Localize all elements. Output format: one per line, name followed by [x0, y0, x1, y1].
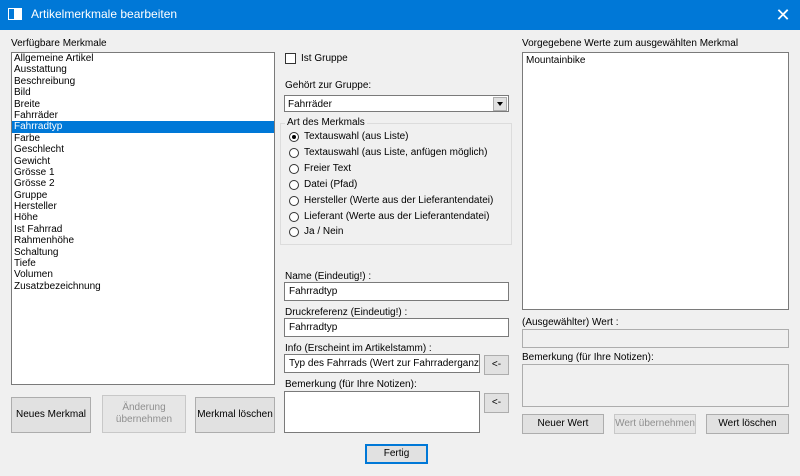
print-reference-input[interactable]: Fahrradtyp [284, 318, 509, 337]
list-item[interactable]: Mountainbike [523, 55, 788, 66]
group-select-value: Fahrräder [288, 99, 332, 110]
window-title: Artikelmerkmale bearbeiten [31, 7, 178, 21]
insert-info-button[interactable]: <- [484, 355, 509, 375]
close-icon[interactable]: ✕ [766, 0, 800, 30]
delete-value-button[interactable]: Wert löschen [706, 414, 789, 434]
list-item[interactable]: Rahmenhöhe [12, 235, 274, 246]
apply-changes-line1: Änderung [122, 402, 166, 413]
radio-label[interactable]: Freier Text [304, 163, 351, 175]
list-item[interactable]: Schaltung [12, 247, 274, 258]
feature-type-label: Art des Merkmals [285, 117, 367, 129]
list-item[interactable]: Bild [12, 87, 274, 98]
radio-button[interactable] [289, 195, 299, 206]
radio-label[interactable]: Datei (Pfad) [304, 179, 357, 191]
is-group-checkbox[interactable] [285, 53, 296, 64]
name-input[interactable]: Fahrradtyp [284, 282, 509, 301]
list-item[interactable]: Breite [12, 99, 274, 110]
list-item[interactable]: Zusatzbezeichnung [12, 281, 274, 292]
remark-label: Bemerkung (für Ihre Notizen): [285, 379, 417, 390]
radio-label[interactable]: Textauswahl (aus Liste) [304, 131, 409, 143]
new-feature-button[interactable]: Neues Merkmal [11, 397, 91, 433]
title-bar: Artikelmerkmale bearbeiten ✕ [0, 0, 800, 30]
done-button[interactable]: Fertig [365, 444, 428, 464]
list-item[interactable]: Ist Fahrrad [12, 224, 274, 235]
chevron-down-icon[interactable] [493, 97, 507, 111]
new-value-button[interactable]: Neuer Wert [522, 414, 604, 434]
radio-button[interactable] [289, 147, 299, 158]
list-item[interactable]: Grösse 1 [12, 167, 274, 178]
value-remark-input[interactable] [522, 364, 789, 407]
list-item[interactable]: Fahrräder [12, 110, 274, 121]
group-label: Gehört zur Gruppe: [285, 80, 372, 91]
apply-changes-line2: übernehmen [115, 414, 173, 425]
list-item[interactable]: Grösse 2 [12, 178, 274, 189]
selected-value-label: (Ausgewählter) Wert : [522, 317, 619, 328]
list-item[interactable]: Geschlecht [12, 144, 274, 155]
insert-remark-button[interactable]: <- [484, 393, 509, 413]
radio-label[interactable]: Textauswahl (aus Liste, anfügen möglich) [304, 147, 487, 159]
list-item[interactable]: Allgemeine Artikel [12, 53, 274, 64]
list-item[interactable]: Gruppe [12, 190, 274, 201]
apply-value-button[interactable]: Wert übernehmen [614, 414, 696, 434]
radio-button[interactable] [289, 179, 299, 190]
list-item[interactable]: Volumen [12, 269, 274, 280]
app-window-icon [8, 8, 22, 20]
radio-button[interactable] [289, 211, 299, 222]
info-input[interactable]: Typ des Fahrrads (Wert zur Fahrraderganz… [284, 354, 480, 373]
list-item[interactable]: Beschreibung [12, 76, 274, 87]
list-item[interactable]: Fahrradtyp [12, 121, 274, 133]
delete-feature-button[interactable]: Merkmal löschen [195, 397, 275, 433]
selected-value-input[interactable] [522, 329, 789, 348]
list-item[interactable]: Farbe [12, 133, 274, 144]
preset-values-listbox[interactable]: Mountainbike [522, 52, 789, 310]
apply-changes-button[interactable]: Änderung übernehmen [102, 395, 186, 433]
remark-input[interactable] [284, 391, 480, 433]
radio-button[interactable] [289, 163, 299, 174]
radio-label[interactable]: Hersteller (Werte aus der Lieferantendat… [304, 195, 493, 207]
radio-label[interactable]: Lieferant (Werte aus der Lieferantendate… [304, 211, 489, 223]
group-select[interactable]: Fahrräder [284, 95, 509, 112]
is-group-label: Ist Gruppe [301, 53, 348, 64]
radio-button[interactable] [289, 132, 299, 142]
features-listbox[interactable]: Allgemeine Artikel Ausstattung Beschreibun… [11, 52, 275, 385]
list-item[interactable]: Gewicht [12, 156, 274, 167]
radio-label[interactable]: Ja / Nein [304, 226, 343, 238]
value-remark-label: Bemerkung (für Ihre Notizen): [522, 352, 654, 363]
available-features-label: Verfügbare Merkmale [11, 38, 107, 49]
preset-values-label: Vorgegebene Werte zum ausgewählten Merkm… [522, 38, 739, 49]
list-item[interactable]: Höhe [12, 212, 274, 223]
list-item[interactable]: Hersteller [12, 201, 274, 212]
list-item[interactable]: Tiefe [12, 258, 274, 269]
list-item[interactable]: Ausstattung [12, 64, 274, 75]
